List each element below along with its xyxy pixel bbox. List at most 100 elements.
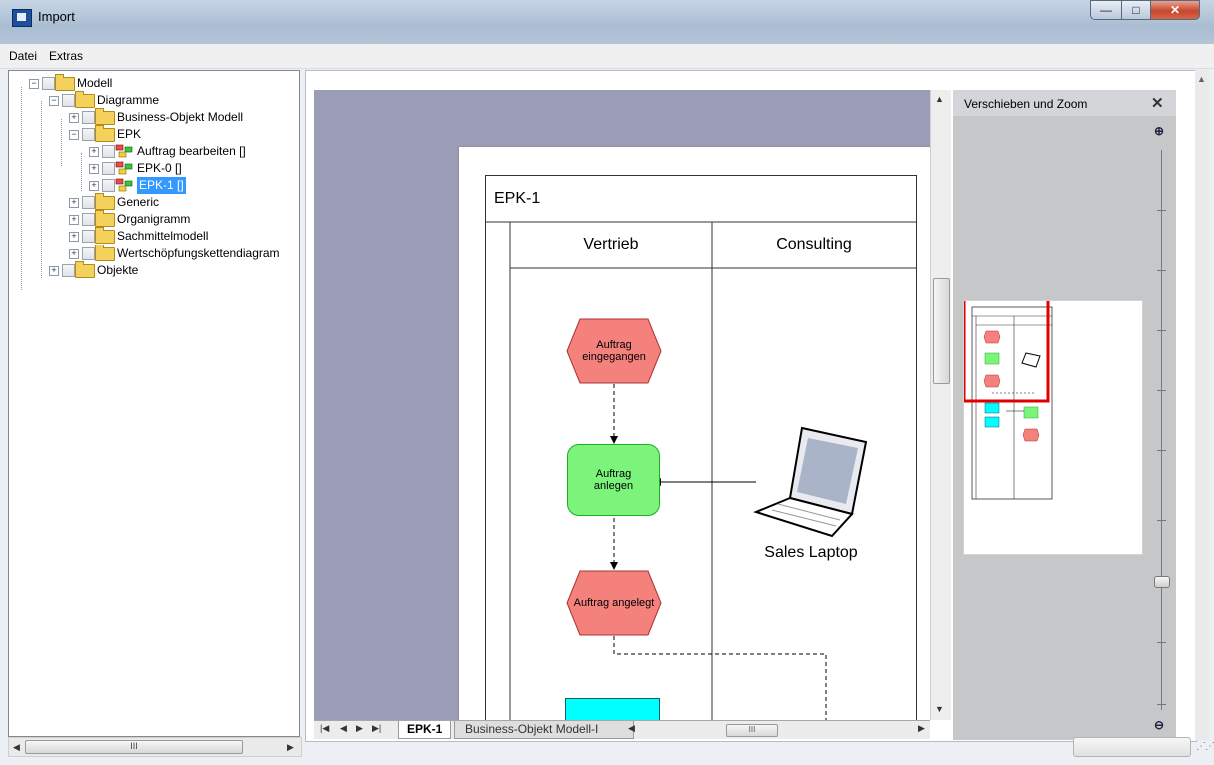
checkbox[interactable] (102, 162, 115, 175)
window-title: Import (38, 9, 75, 24)
cyan-shape[interactable] (565, 698, 660, 720)
scroll-down-icon[interactable]: ▼ (935, 704, 944, 714)
expand-icon[interactable]: + (69, 232, 79, 242)
first-sheet-icon[interactable]: |◀ (320, 723, 329, 734)
checkbox[interactable] (82, 196, 95, 209)
folder-icon (75, 91, 95, 108)
canvas-h-scroll-thumb[interactable]: III (726, 724, 778, 737)
pool-title: EPK-1 (494, 190, 541, 207)
window-vertical-scrollbar[interactable]: ▲ (1195, 70, 1209, 740)
checkbox[interactable] (62, 94, 75, 107)
tab-business-objekt-modell[interactable]: Business-Objekt Modell-I (454, 721, 634, 739)
pan-zoom-panel: Verschieben und Zoom ✕ ⊕ ⊖ (953, 90, 1176, 740)
tree-item-modell[interactable]: − Modell (29, 74, 289, 92)
tree-item-objekte[interactable]: + Objekte (49, 261, 289, 279)
checkbox[interactable] (82, 128, 95, 141)
app-icon (12, 9, 32, 27)
scroll-up-icon[interactable]: ▲ (1197, 74, 1206, 84)
folder-icon (95, 108, 115, 125)
zoom-tick (1157, 642, 1166, 643)
zoom-slider-thumb[interactable] (1154, 576, 1170, 588)
scroll-up-icon[interactable]: ▲ (935, 94, 944, 104)
expand-icon[interactable]: + (89, 181, 99, 191)
lane-vertrieb: Vertrieb (583, 236, 639, 253)
tree-item-auftrag-bearbeiten[interactable]: + Auftrag bearbeiten [] (89, 143, 289, 160)
tree-item-wertschoepfungskettendiagram[interactable]: + Wertschöpfungskettendiagram (69, 245, 298, 262)
tree-item-diagramme[interactable]: − Diagramme (49, 91, 289, 109)
tree-item-business-objekt-modell[interactable]: + Business-Objekt Modell (69, 108, 289, 126)
tree-item-label: Business-Objekt Modell (117, 110, 244, 124)
tree-item-label: Diagramme (97, 93, 160, 107)
tree-item-epk-0[interactable]: + EPK-0 [] (89, 160, 289, 177)
scroll-left-icon[interactable]: ◀ (13, 738, 20, 756)
next-sheet-icon[interactable]: ▶ (356, 723, 363, 734)
folder-icon (55, 74, 75, 91)
diagram-icon (115, 144, 133, 158)
tab-epk-1[interactable]: EPK-1 (398, 721, 452, 739)
tree-item-epk-1[interactable]: + EPK-1 [] (89, 177, 289, 194)
expand-icon[interactable]: + (49, 266, 59, 276)
collapse-icon[interactable]: − (49, 96, 59, 106)
scrollbar-thumb[interactable]: III (25, 740, 243, 754)
tree-item-label: Organigramm (117, 212, 191, 226)
tree-item-label: EPK-1 [] (137, 177, 186, 194)
prev-sheet-icon[interactable]: ◀ (340, 723, 347, 734)
checkbox[interactable] (102, 179, 115, 192)
close-icon[interactable]: ✕ (1151, 94, 1164, 112)
collapse-icon[interactable]: − (29, 79, 39, 89)
checkbox[interactable] (82, 247, 95, 260)
expand-icon[interactable]: + (69, 113, 79, 123)
last-sheet-icon[interactable]: ▶| (372, 723, 381, 734)
tree-item-generic[interactable]: + Generic (69, 193, 289, 211)
zoom-tick (1157, 270, 1166, 271)
tree-item-label: Generic (117, 195, 160, 209)
close-button[interactable]: ✕ (1150, 0, 1200, 20)
diagram-canvas[interactable]: EPK-1 Vertrieb Consulting Auftrag eingeg… (314, 90, 930, 720)
zoom-tick (1157, 520, 1166, 521)
overview-diagram (962, 287, 1053, 500)
expand-icon[interactable]: + (69, 198, 79, 208)
scroll-right-icon[interactable]: ▶ (918, 723, 925, 734)
zoom-in-icon[interactable]: ⊕ (1154, 124, 1164, 138)
scroll-left-icon[interactable]: ◀ (628, 723, 635, 734)
menu-extras[interactable]: Extras (49, 49, 83, 63)
menu-datei[interactable]: Datei (9, 49, 37, 63)
tree-item-organigramm[interactable]: + Organigramm (69, 210, 289, 228)
zoom-tick (1157, 210, 1166, 211)
overview-thumbnail[interactable] (962, 287, 1143, 555)
expand-icon[interactable]: + (69, 249, 79, 259)
lane-consulting: Consulting (776, 236, 852, 253)
diagram-page: EPK-1 Vertrieb Consulting Auftrag eingeg… (459, 147, 930, 720)
expand-icon[interactable]: + (69, 215, 79, 225)
pan-zoom-title: Verschieben und Zoom (964, 97, 1088, 111)
function-shape[interactable]: Auftrag anlegen (567, 444, 660, 516)
folder-icon (95, 210, 115, 227)
checkbox[interactable] (82, 213, 95, 226)
checkbox[interactable] (82, 111, 95, 124)
zoom-tick (1157, 704, 1166, 705)
zoom-tick (1157, 390, 1166, 391)
diagram-icon (115, 161, 133, 175)
checkbox[interactable] (62, 264, 75, 277)
resize-grip-icon[interactable]: ⋰⋰ (1196, 741, 1214, 752)
diagram-icon (115, 178, 133, 192)
expand-icon[interactable]: + (89, 164, 99, 174)
expand-icon[interactable]: + (89, 147, 99, 157)
maximize-button[interactable]: □ (1121, 0, 1151, 20)
pool: EPK-1 Vertrieb Consulting Auftrag eingeg… (485, 175, 917, 720)
canvas-vertical-scrollbar[interactable]: ▲ ▼ (930, 90, 951, 720)
collapse-icon[interactable]: − (69, 130, 79, 140)
checkbox[interactable] (82, 230, 95, 243)
model-tree[interactable]: − Modell − Diagramme + Business-Objekt M… (8, 70, 300, 737)
zoom-slider-track[interactable] (1161, 150, 1162, 710)
tree-item-sachmittelmodell[interactable]: + Sachmittelmodell (69, 227, 289, 245)
scrollbar-thumb[interactable] (933, 278, 950, 384)
zoom-out-icon[interactable]: ⊖ (1154, 718, 1164, 732)
event-label: Auftrag angelegt (573, 597, 655, 609)
minimize-button[interactable]: — (1090, 0, 1122, 20)
checkbox[interactable] (102, 145, 115, 158)
checkbox[interactable] (42, 77, 55, 90)
scroll-right-icon[interactable]: ▶ (287, 738, 294, 756)
tree-horizontal-scrollbar[interactable]: ◀ III ▶ (8, 737, 302, 757)
tree-item-epk[interactable]: − EPK (69, 125, 289, 143)
